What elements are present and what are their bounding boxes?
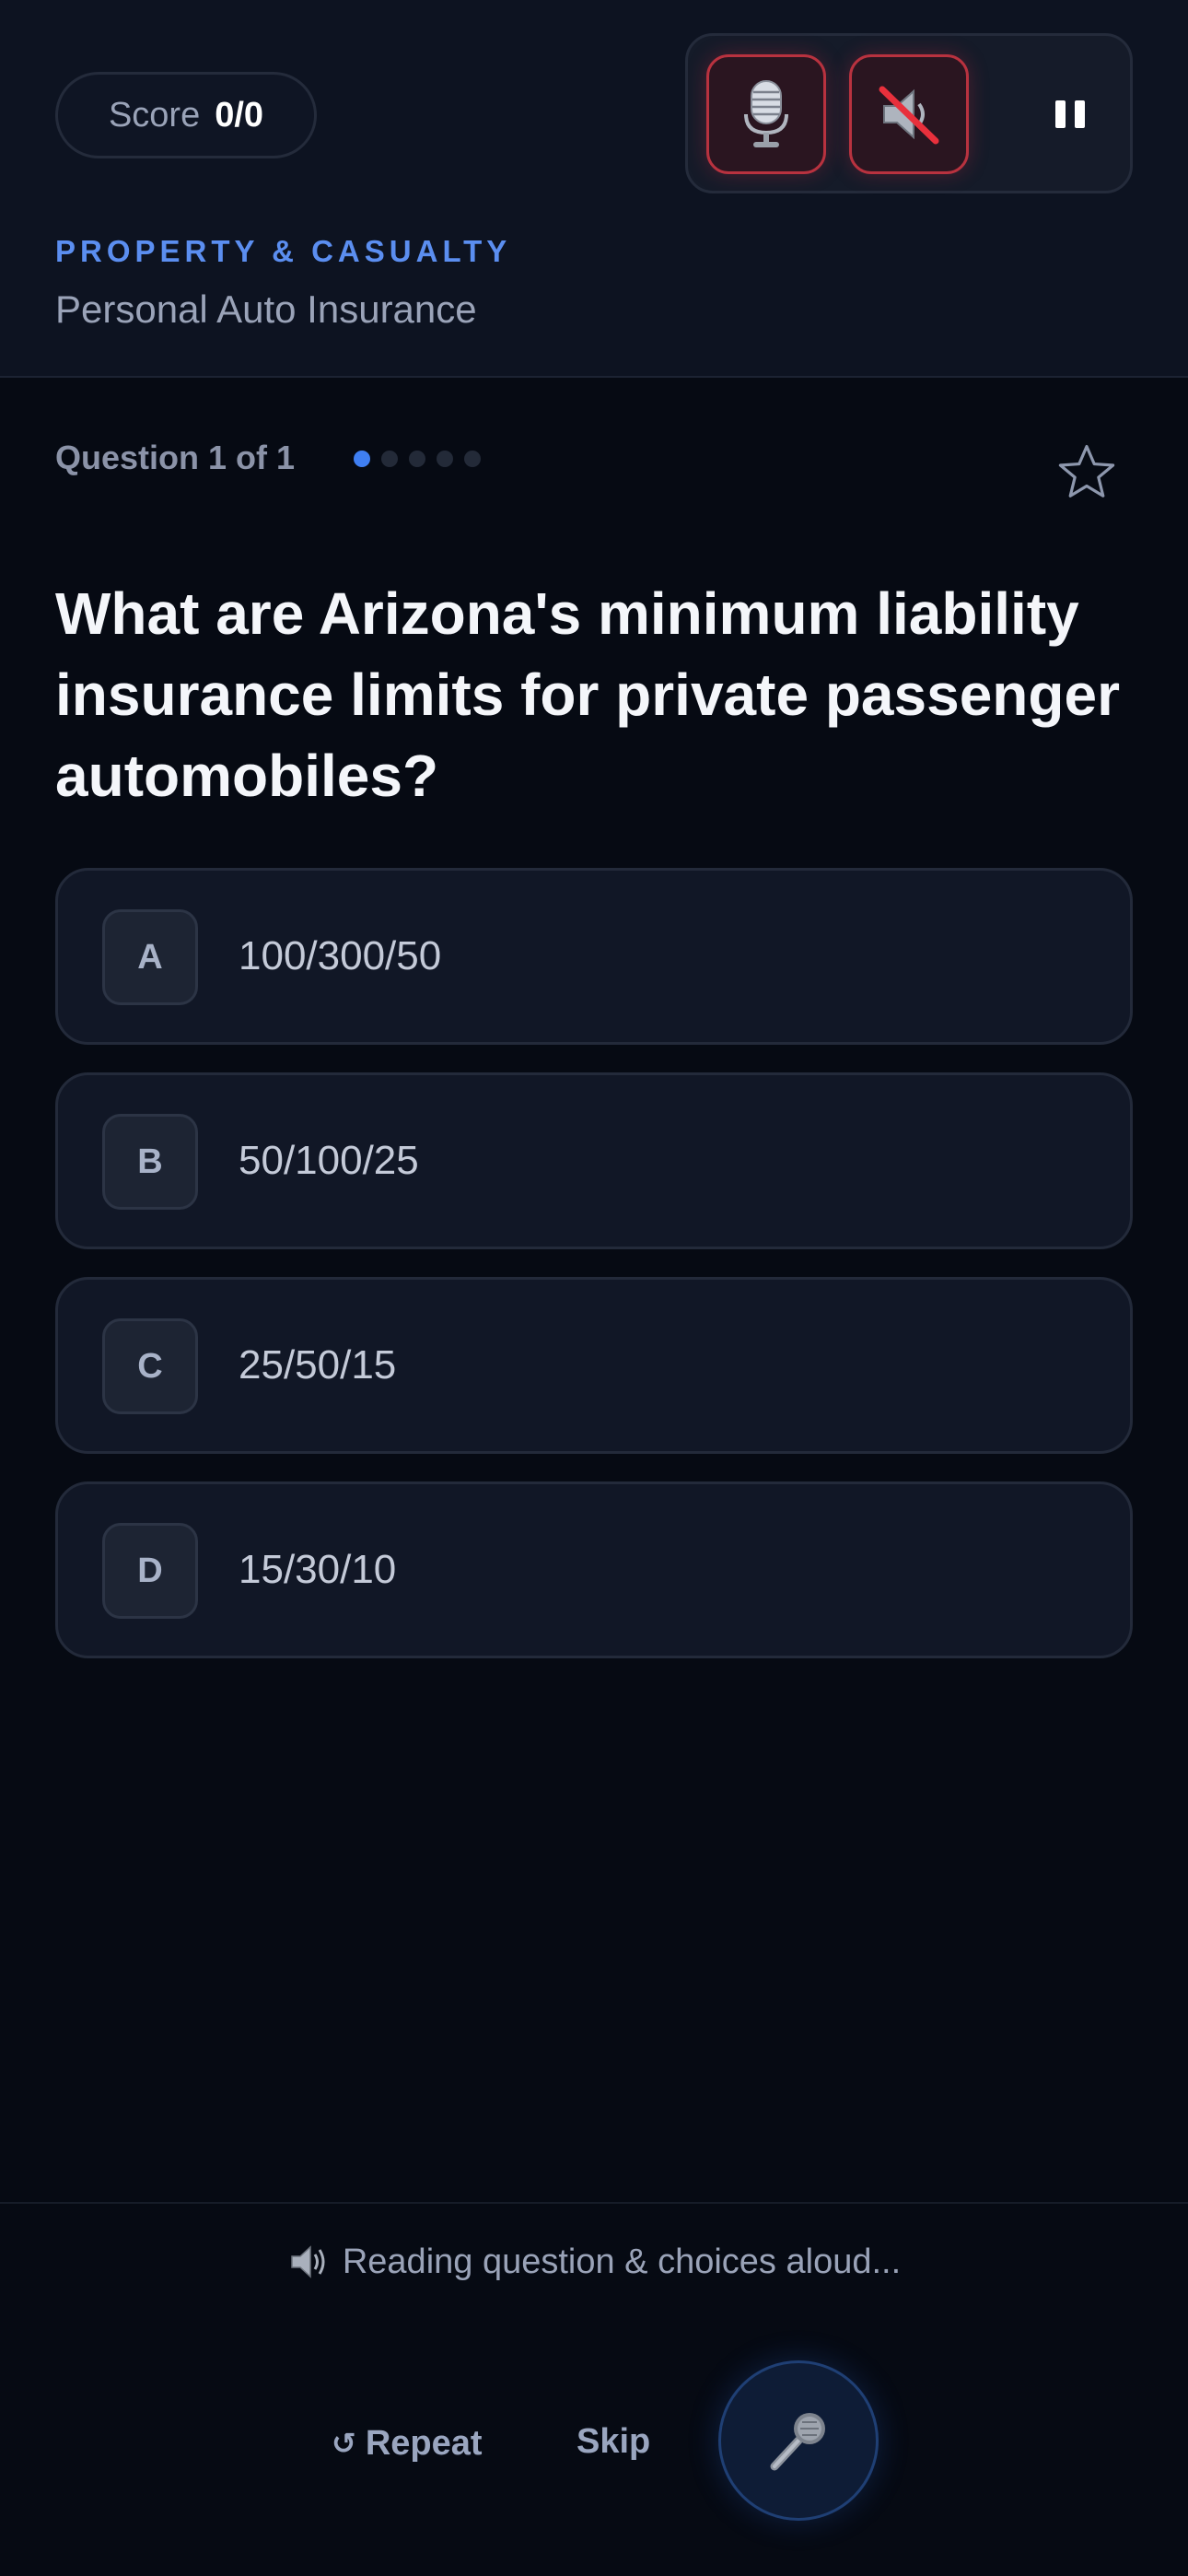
choice-text: 15/30/10 [239, 1547, 397, 1592]
footer-divider [0, 2202, 1188, 2204]
score-label: Score [108, 95, 201, 135]
repeat-button[interactable]: ↺ Repeat [332, 2416, 483, 2471]
choice-letter-badge: C [102, 1318, 198, 1414]
pause-icon-bar [1075, 100, 1085, 128]
choice-text: 25/50/15 [239, 1342, 397, 1388]
score-pill: Score 0/0 [55, 72, 317, 158]
bookmark-button[interactable] [1050, 427, 1124, 516]
skip-button[interactable]: Skip [577, 2414, 650, 2469]
speaker-icon [287, 2241, 330, 2283]
choice-letter-badge: B [102, 1114, 198, 1210]
pause-icon [1055, 100, 1066, 128]
choice-text: 50/100/25 [239, 1138, 419, 1183]
progress-dot [409, 451, 425, 467]
choice-b[interactable]: B 50/100/25 [55, 1072, 1133, 1249]
repeat-label: Repeat [365, 2423, 483, 2463]
microphone-icon [770, 2413, 825, 2471]
choice-a[interactable]: A 100/300/50 [55, 868, 1133, 1045]
quiz-screen: Score 0/0 PROPERTY & CASUALTY Personal A… [0, 0, 1188, 2576]
choice-d[interactable]: D 15/30/10 [55, 1481, 1133, 1658]
speaker-toggle-button[interactable] [849, 54, 969, 174]
voice-answer-button[interactable] [718, 2360, 879, 2521]
subcategory-label: Personal Auto Insurance [55, 287, 477, 331]
choice-letter-badge: D [102, 1523, 198, 1619]
choice-text: 100/300/50 [239, 933, 442, 978]
progress-dot [437, 451, 453, 467]
question-counter: Question 1 of 1 [55, 439, 296, 476]
category-label: PROPERTY & CASUALTY [55, 234, 512, 268]
audio-control-panel [685, 33, 1133, 193]
star-outline-icon [1058, 444, 1115, 498]
progress-dot-active [354, 451, 370, 467]
pause-button[interactable] [1029, 73, 1112, 156]
header: Score 0/0 PROPERTY & CASUALTY Personal A… [0, 0, 1188, 378]
progress-dot [464, 451, 481, 467]
progress-dots [354, 451, 481, 467]
status-text: Reading question & choices aloud... [342, 2242, 902, 2281]
reading-status: Reading question & choices aloud... [0, 2241, 1188, 2283]
choice-c[interactable]: C 25/50/15 [55, 1277, 1133, 1454]
choice-letter-badge: A [102, 909, 198, 1005]
speaker-muted-icon [879, 86, 939, 145]
progress-dot [381, 451, 398, 467]
microphone-toggle-button[interactable] [706, 54, 826, 174]
question-text: What are Arizona's minimum liability ins… [55, 580, 1120, 809]
score-value: 0/0 [215, 95, 264, 135]
studio-microphone-icon [744, 80, 788, 147]
repeat-icon: ↺ [332, 2427, 356, 2460]
